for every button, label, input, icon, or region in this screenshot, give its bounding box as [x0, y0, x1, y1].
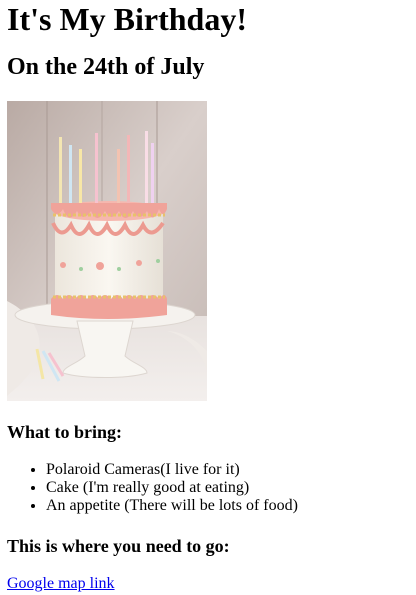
cake-image [7, 101, 207, 401]
cake-photo-icon [7, 101, 207, 401]
bring-heading: What to bring: [7, 422, 123, 442]
list-item: An appetite (There will be lots of food) [46, 497, 409, 515]
bring-list: Polaroid Cameras(I live for it) Cake (I'… [7, 461, 409, 515]
location-heading: This is where you need to go: [7, 536, 230, 556]
google-map-link[interactable]: Google map link [7, 575, 115, 593]
page: It's My Birthday! On the 24th of July Wh… [0, 0, 416, 593]
date-subtitle: On the 24th of July [7, 54, 205, 80]
list-item: Polaroid Cameras(I live for it) [46, 461, 409, 479]
list-item: Cake (I'm really good at eating) [46, 479, 409, 497]
page-title: It's My Birthday! [7, 1, 247, 37]
